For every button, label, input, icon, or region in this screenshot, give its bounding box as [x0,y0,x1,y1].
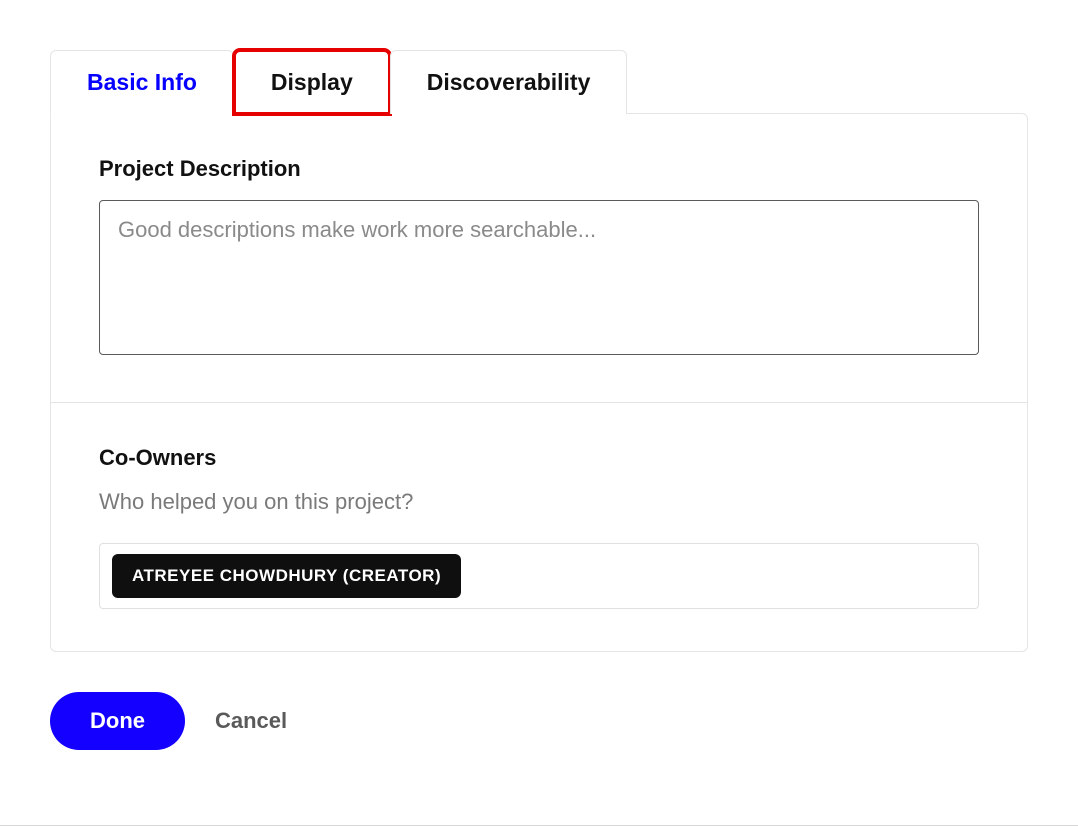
project-description-label: Project Description [99,156,979,182]
co-owners-label: Co-Owners [99,445,979,471]
action-bar: Done Cancel [50,652,1028,750]
project-description-section: Project Description [51,114,1027,402]
tab-display[interactable]: Display [234,50,390,114]
tab-panel: Project Description Co-Owners Who helped… [50,113,1028,652]
co-owners-input[interactable]: ATREYEE CHOWDHURY (CREATOR) [99,543,979,609]
tab-basic-info[interactable]: Basic Info [50,50,234,115]
co-owners-sublabel: Who helped you on this project? [99,489,979,515]
done-button[interactable]: Done [50,692,185,750]
tab-discoverability[interactable]: Discoverability [390,50,628,114]
co-owners-section: Co-Owners Who helped you on this project… [51,402,1027,651]
settings-container: Basic Info Display Discoverability Proje… [0,0,1078,750]
co-owner-chip[interactable]: ATREYEE CHOWDHURY (CREATOR) [112,554,461,598]
tab-bar: Basic Info Display Discoverability [50,50,1028,114]
cancel-button[interactable]: Cancel [215,708,287,734]
project-description-input[interactable] [99,200,979,355]
